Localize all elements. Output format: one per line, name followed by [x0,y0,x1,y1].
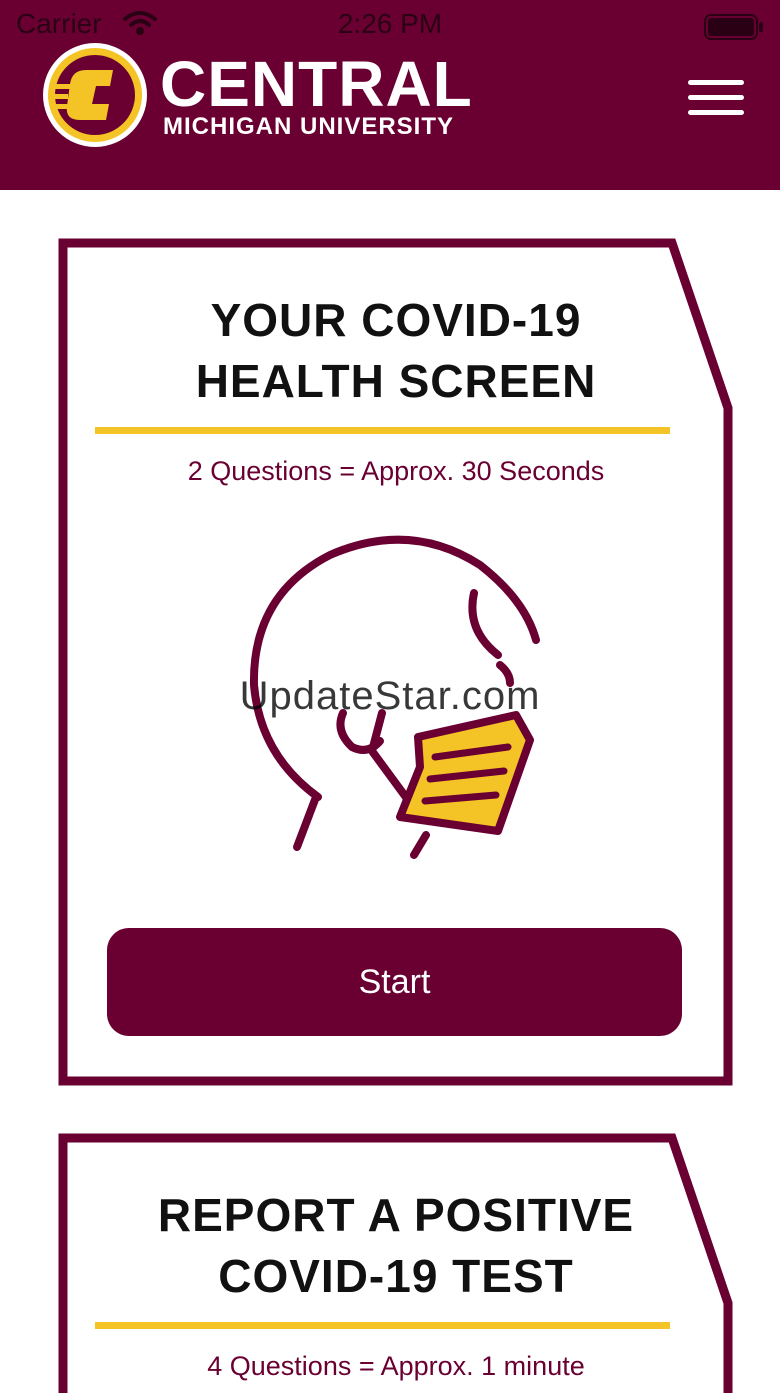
brand-subtitle: MICHIGAN UNIVERSITY [163,113,455,140]
card-duration: 4 Questions = Approx. 1 minute [207,1351,585,1381]
battery-icon [704,14,764,47]
hamburger-menu-icon[interactable] [688,78,750,120]
card-title-line1: REPORT A POSITIVE [157,1189,635,1241]
cmu-c-logo-icon[interactable] [40,40,150,150]
start-button[interactable]: Start [107,928,682,1036]
watermark-text: UpdateStar.com [239,674,541,718]
card-divider [95,427,670,434]
app-header: Carrier 2:26 PM CENTRAL MICHIGAN UNIVERS… [0,0,780,190]
card-divider [95,1322,670,1329]
card-duration: 2 Questions = Approx. 30 Seconds [187,456,605,486]
status-time: 2:26 PM [337,8,443,39]
card-title-line1: YOUR COVID-19 [210,294,582,346]
card-title-line2: HEALTH SCREEN [195,355,597,407]
brand-title: CENTRAL [160,48,473,120]
card-title-line2: COVID-19 TEST [218,1250,574,1302]
report-positive-test-card[interactable]: REPORT A POSITIVE COVID-19 TEST 4 Questi… [58,1133,734,1393]
